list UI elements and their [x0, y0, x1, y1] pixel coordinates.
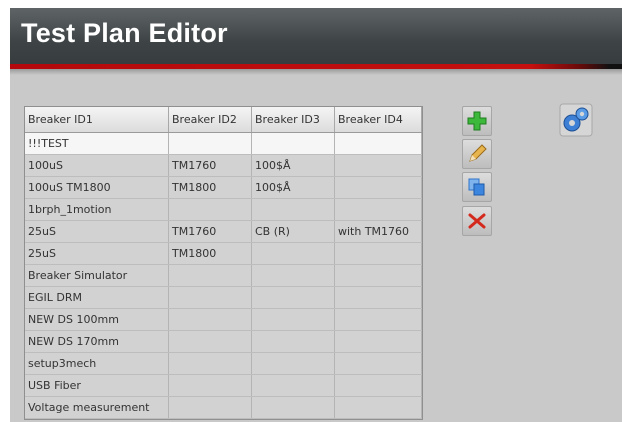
table-row[interactable]: 25uS TM1800: [25, 242, 422, 265]
table-cell-breaker-id2: [168, 352, 252, 375]
table-cell-breaker-id3: [251, 396, 335, 419]
table-cell-breaker-id1: NEW DS 170mm: [25, 330, 169, 353]
table-row[interactable]: 1brph_1motion: [25, 198, 422, 221]
table-cell-breaker-id2: [168, 330, 252, 353]
table-row[interactable]: Breaker Simulator: [25, 264, 422, 287]
table-cell-breaker-id3: [251, 286, 335, 309]
table-cell-breaker-id4: [334, 154, 422, 177]
table-row[interactable]: setup3mech: [25, 352, 422, 375]
table-row[interactable]: NEW DS 100mm: [25, 308, 422, 331]
add-button[interactable]: [462, 106, 492, 136]
table-cell-breaker-id1: 25uS: [25, 242, 169, 265]
table-cell-breaker-id1: setup3mech: [25, 352, 169, 375]
table-cell-breaker-id3: [251, 198, 335, 221]
table-cell-breaker-id3: [251, 352, 335, 375]
table-cell-breaker-id4: [334, 330, 422, 353]
table-cell-breaker-id4: with TM1760: [334, 220, 422, 243]
table-cell-breaker-id1: USB Fiber: [25, 374, 169, 397]
test-plan-editor-window: Test Plan Editor Breaker ID1 Breaker ID2…: [10, 8, 622, 422]
table-cell-breaker-id1: Breaker Simulator: [25, 264, 169, 287]
table-cell-breaker-id1: 1brph_1motion: [25, 198, 169, 221]
table-cell-breaker-id3: [251, 264, 335, 287]
table-row[interactable]: 25uS TM1760 CB (R) with TM1760: [25, 220, 422, 243]
column-header-breaker-id1[interactable]: Breaker ID1: [25, 107, 169, 133]
table-cell-breaker-id2: [168, 132, 252, 155]
table-row[interactable]: NEW DS 170mm: [25, 330, 422, 353]
column-header-breaker-id3[interactable]: Breaker ID3: [251, 107, 335, 133]
table-row[interactable]: 100uS TM1760 100$Å: [25, 154, 422, 177]
table-cell-breaker-id2: [168, 286, 252, 309]
table-cell-breaker-id3: [251, 242, 335, 265]
table-cell-breaker-id4: [334, 176, 422, 199]
table-cell-breaker-id1: 25uS: [25, 220, 169, 243]
table-cell-breaker-id4: [334, 352, 422, 375]
table-cell-breaker-id4: [334, 374, 422, 397]
table-cell-breaker-id2: TM1760: [168, 154, 252, 177]
table-cell-breaker-id2: [168, 308, 252, 331]
delete-button[interactable]: [462, 206, 492, 236]
table-cell-breaker-id2: [168, 396, 252, 419]
table-cell-breaker-id4: [334, 396, 422, 419]
table-cell-breaker-id3: [251, 132, 335, 155]
test-plan-table: Breaker ID1 Breaker ID2 Breaker ID3 Brea…: [24, 106, 423, 420]
table-row[interactable]: Voltage measurement: [25, 396, 422, 419]
table-cell-breaker-id2: TM1800: [168, 176, 252, 199]
table-cell-breaker-id3: [251, 374, 335, 397]
settings-button[interactable]: [559, 103, 593, 137]
table-cell-breaker-id2: TM1760: [168, 220, 252, 243]
table-cell-breaker-id4: [334, 242, 422, 265]
table-cell-breaker-id2: [168, 264, 252, 287]
edit-button[interactable]: [462, 139, 492, 169]
title-shadow: [10, 69, 622, 75]
table-cell-breaker-id4: [334, 308, 422, 331]
table-cell-breaker-id3: 100$Å: [251, 176, 335, 199]
title-bar: Test Plan Editor: [10, 8, 622, 64]
table-cell-breaker-id3: [251, 330, 335, 353]
table-cell-breaker-id4: [334, 132, 422, 155]
copy-button[interactable]: [462, 172, 492, 202]
column-header-breaker-id2[interactable]: Breaker ID2: [168, 107, 252, 133]
table-cell-breaker-id4: [334, 286, 422, 309]
table-row[interactable]: EGIL DRM: [25, 286, 422, 309]
table-cell-breaker-id3: [251, 308, 335, 331]
table-cell-breaker-id1: 100uS: [25, 154, 169, 177]
table-cell-breaker-id3: 100$Å: [251, 154, 335, 177]
table-cell-breaker-id2: TM1800: [168, 242, 252, 265]
settings-gears-icon: [559, 103, 593, 137]
add-icon: [467, 111, 487, 131]
table-cell-breaker-id4: [334, 198, 422, 221]
table-cell-breaker-id1: 100uS TM1800: [25, 176, 169, 199]
page-title: Test Plan Editor: [21, 18, 228, 48]
table-cell-breaker-id1: !!!TEST: [25, 132, 169, 155]
table-row[interactable]: 100uS TM1800 TM1800 100$Å: [25, 176, 422, 199]
edit-pencil-icon: [469, 144, 487, 162]
table-header-row: Breaker ID1 Breaker ID2 Breaker ID3 Brea…: [25, 107, 422, 133]
table-row[interactable]: !!!TEST: [25, 132, 422, 155]
table-row[interactable]: USB Fiber: [25, 374, 422, 397]
table-cell-breaker-id4: [334, 264, 422, 287]
table-cell-breaker-id3: CB (R): [251, 220, 335, 243]
column-header-breaker-id4[interactable]: Breaker ID4: [334, 107, 422, 133]
table-cell-breaker-id2: [168, 198, 252, 221]
table-cell-breaker-id1: Voltage measurement: [25, 396, 169, 419]
table-cell-breaker-id2: [168, 374, 252, 397]
table-cell-breaker-id1: NEW DS 100mm: [25, 308, 169, 331]
delete-icon: [468, 213, 486, 229]
copy-icon: [468, 178, 485, 196]
table-cell-breaker-id1: EGIL DRM: [25, 286, 169, 309]
